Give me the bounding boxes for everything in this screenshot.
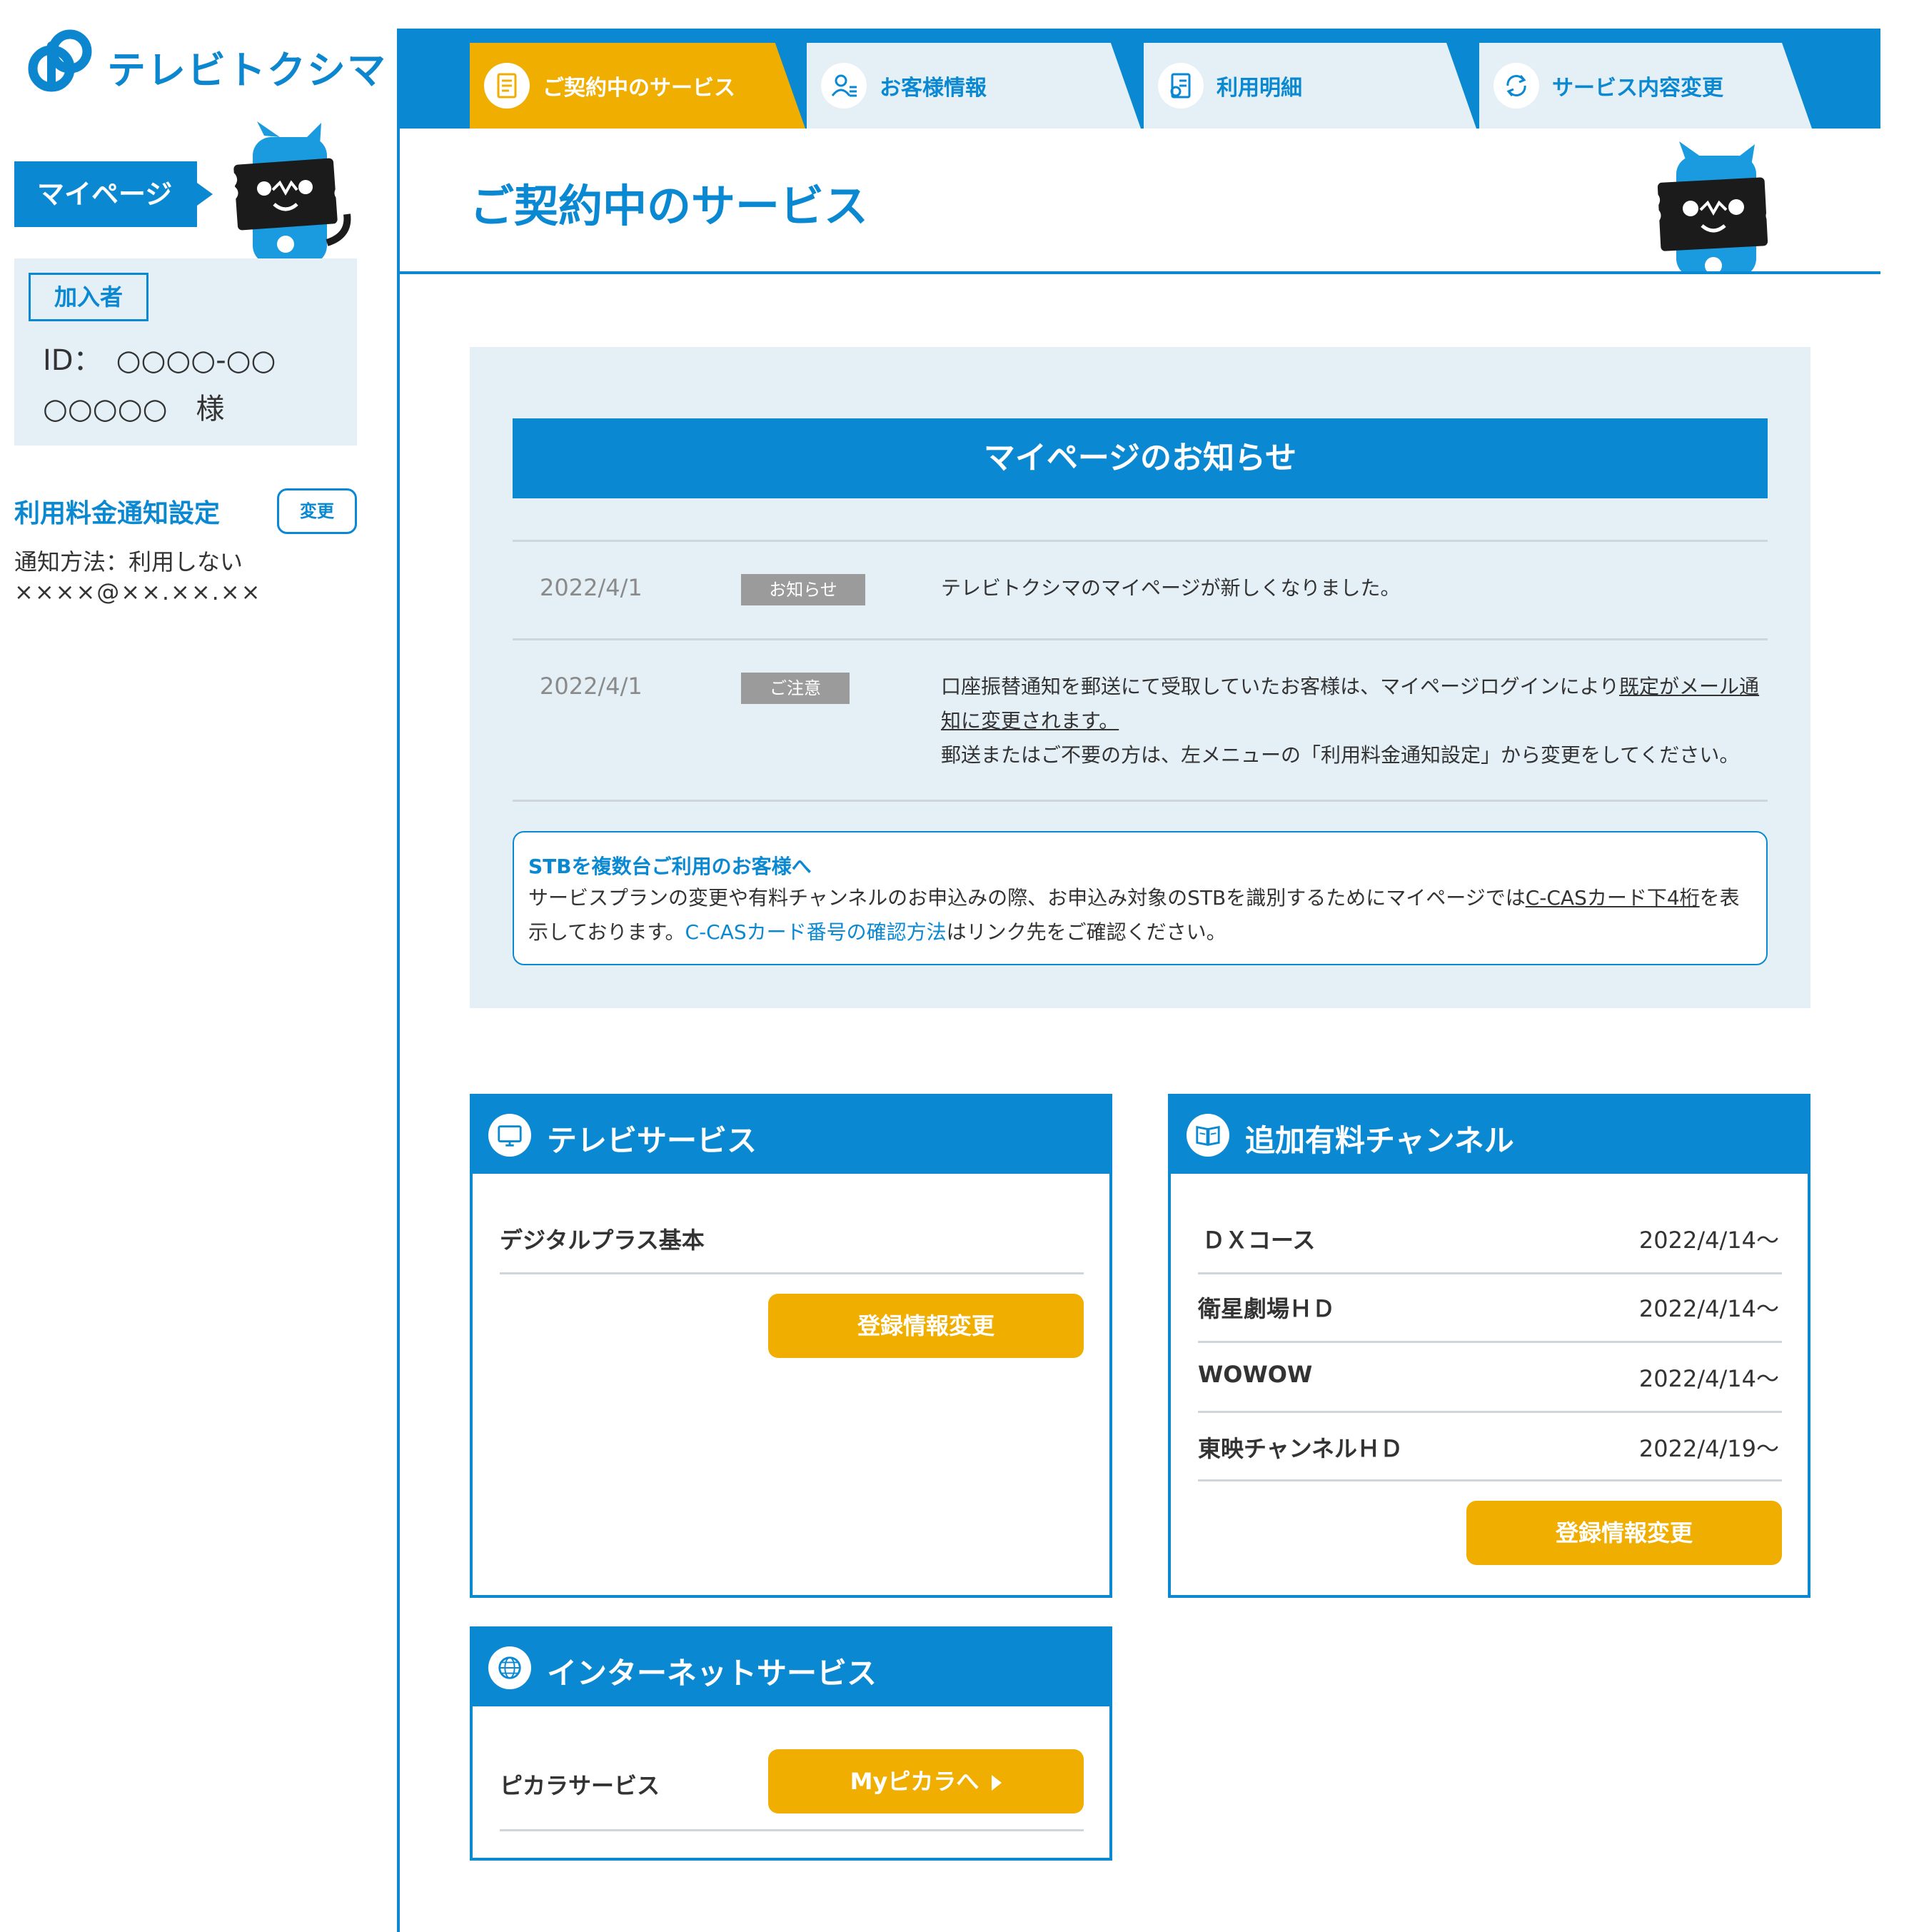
channel-date: 2022/4/14〜 [1638,1227,1779,1254]
card-header: インターネットサービス [473,1629,1109,1706]
internet-service-card: インターネットサービス ピカラサービス Myピカラへ [470,1626,1112,1861]
notice-header: マイページのお知らせ [513,418,1768,498]
c-cas-check-link[interactable]: C-CASカード番号の確認方法 [685,920,947,944]
tab-service-change[interactable]: サービス内容変更 [1479,43,1812,129]
tv-edit-registration-button[interactable]: 登録情報変更 [768,1294,1084,1358]
contract-document-icon [484,63,530,109]
service-change-icon [1494,63,1539,109]
subscriber-badge: 加入者 [29,273,148,321]
tab-label: サービス内容変更 [1552,76,1723,101]
tab-label: 利用明細 [1217,76,1302,101]
notice-date: 2022/4/1 [540,673,643,700]
channel-name: WOWOW [1198,1361,1313,1388]
card-header: テレビサービス [473,1097,1109,1174]
channel-guide-icon [1187,1114,1229,1157]
channel-date: 2022/4/14〜 [1638,1295,1779,1322]
notice-tag: ご注意 [741,673,850,704]
customer-info-icon [821,63,867,109]
channel-name: ＤＸコース [1202,1227,1316,1254]
notice-text: 口座振替通知を郵送にて受取していたお客様は、マイページログインにより既定がメール… [941,670,1762,773]
subscriber-id: ID： ○○○○-○○ [43,344,276,377]
subscriber-name: ○○○○○ 様 [43,393,225,426]
tab-usage-statement[interactable]: 利用明細 [1144,43,1476,129]
notification-setting-title: 利用料金通知設定 [14,499,221,528]
channel-date: 2022/4/19〜 [1638,1435,1779,1462]
tab-label: ご契約中のサービス [543,76,735,101]
divider [500,1829,1084,1831]
card-header: 追加有料チャンネル [1171,1097,1808,1174]
arrow-right-icon [992,1775,1002,1791]
divider [513,540,1768,542]
stb-text-emphasis: C-CASカード下4桁 [1525,886,1700,910]
notice-date: 2022/4/1 [540,574,643,601]
channel-name: 東映チャンネルＨＤ [1198,1435,1404,1462]
tab-label: お客様情報 [880,76,987,101]
channel-name: 衛星劇場ＨＤ [1198,1295,1336,1322]
divider [500,1272,1084,1274]
tv-plan-name: デジタルプラス基本 [500,1227,705,1254]
mascot-illustration [221,121,351,270]
tv-monitor-icon [488,1114,531,1157]
divider [513,800,1768,802]
mascot-illustration [1643,141,1783,274]
paid-channels-card: 追加有料チャンネル ＤＸコース 2022/4/14〜 衛星劇場ＨＤ 2022/4… [1168,1094,1810,1598]
channel-date: 2022/4/14〜 [1638,1365,1779,1392]
brand-logo[interactable]: テレビトクシマ [27,27,386,99]
notification-method: 通知方法：利用しない [14,548,243,575]
divider [1198,1341,1782,1343]
tab-contracted-services[interactable]: ご契約中のサービス [470,43,805,129]
notice-text: テレビトクシマのマイページが新しくなりました。 [941,576,1401,600]
mypage-label: マイページ [14,161,213,227]
notice-text-part: 郵送またはご不要の方は、左メニューの「利用料金通知設定」から変更をしてください。 [941,743,1740,767]
card-title: インターネットサービス [547,1656,877,1691]
button-label: Myピカラへ [850,1768,979,1795]
divider [513,638,1768,640]
divider [1198,1272,1782,1274]
page-title: ご契約中のサービス [470,180,869,232]
notice-text-part: 口座振替通知を郵送にて受取していたお客様は、マイページログインにより [941,675,1620,698]
brand-name: テレビトクシマ [107,48,387,93]
internet-plan-name: ピカラサービス [500,1772,660,1799]
stb-text-part: はリンク先をご確認ください。 [946,920,1227,944]
my-pikara-button[interactable]: Myピカラへ [768,1749,1084,1813]
billing-statement-icon [1158,63,1204,109]
tab-customer-info[interactable]: お客様情報 [807,43,1141,129]
stb-info-text: サービスプランの変更や有料チャンネルのお申込みの際、お申込み対象のSTBを識別す… [528,881,1756,950]
card-title: テレビサービス [547,1123,757,1158]
card-title: 追加有料チャンネル [1245,1123,1514,1158]
divider [1198,1479,1782,1481]
channels-edit-registration-button[interactable]: 登録情報変更 [1466,1501,1782,1565]
stb-info-title: STBを複数台ご利用のお客様へ [528,855,812,878]
divider [1198,1411,1782,1413]
notice-tag: お知らせ [741,574,865,605]
content-frame-border [397,129,400,1932]
tv-service-card: テレビサービス デジタルプラス基本 登録情報変更 [470,1094,1112,1598]
stb-text-part: サービスプランの変更や有料チャンネルのお申込みの際、お申込み対象のSTBを識別す… [528,886,1526,910]
globe-icon [488,1646,531,1689]
notification-change-button[interactable]: 変更 [277,488,357,534]
title-divider [397,271,1880,274]
brand-logo-icon [28,29,92,92]
notification-email: ××××@××.××.×× [14,578,262,605]
